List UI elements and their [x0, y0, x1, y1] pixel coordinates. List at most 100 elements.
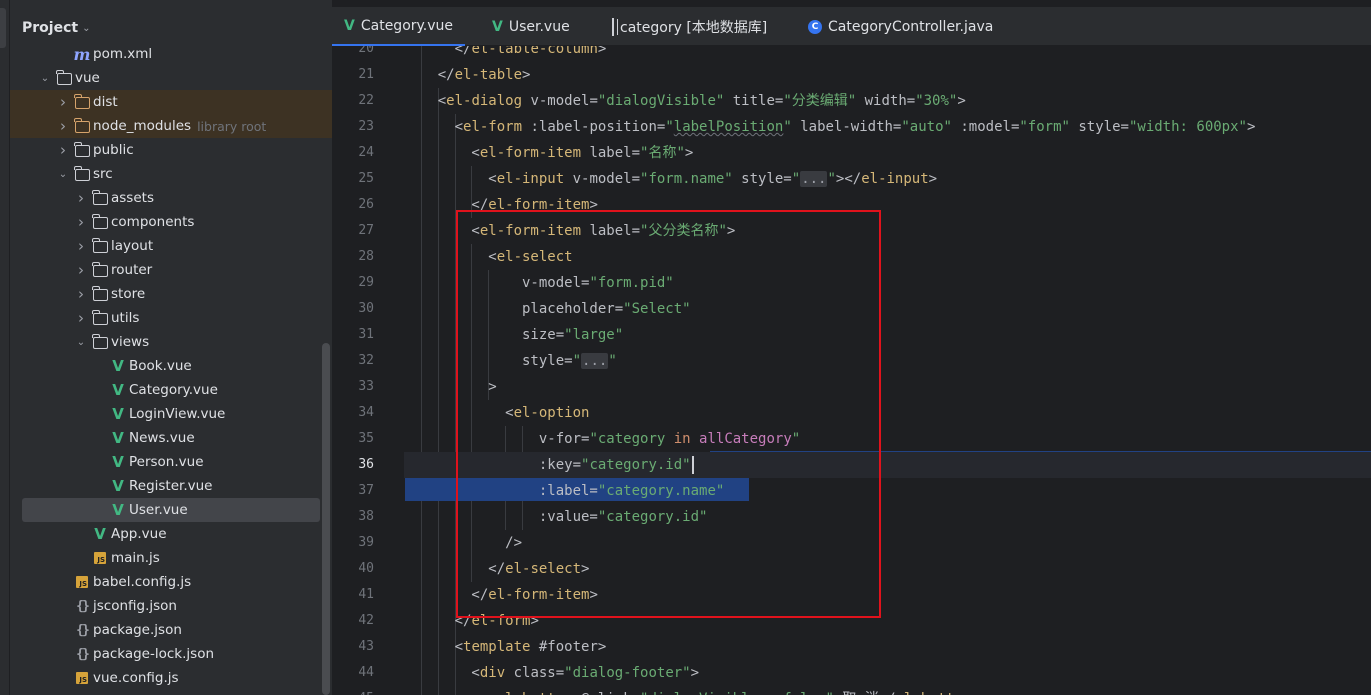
editor-tab[interactable]: V Category.vue	[332, 7, 466, 46]
tree-item[interactable]: ›{}jsconfig.json	[10, 594, 332, 618]
tree-item[interactable]: › assets	[10, 186, 332, 210]
code-token: el-table	[454, 67, 523, 83]
tree-item[interactable]: › public	[10, 138, 332, 162]
tree-item[interactable]: ⌄ src	[10, 162, 332, 186]
tree-item[interactable]: › components	[10, 210, 332, 234]
tree-item-label: Register.vue	[129, 478, 213, 494]
tree-item[interactable]: ›VLoginView.vue	[10, 402, 332, 426]
chevron-right-icon[interactable]: ›	[74, 309, 88, 327]
code-line[interactable]: </el-form-item>	[404, 192, 1371, 218]
editor-tab[interactable]: category [本地数据库]	[600, 7, 779, 46]
code-line[interactable]: <template #footer>	[404, 634, 1371, 660]
tree-item[interactable]: ›VPerson.vue	[10, 450, 332, 474]
code-line[interactable]: </el-table>	[404, 62, 1371, 88]
js-icon: JS	[74, 574, 90, 590]
project-title: Project	[22, 20, 79, 36]
tree-item[interactable]: › utils	[10, 306, 332, 330]
chevron-down-icon[interactable]: ⌄	[74, 337, 88, 348]
tree-item[interactable]: ›VNews.vue	[10, 426, 332, 450]
tree-item[interactable]: ⌄ views	[10, 330, 332, 354]
code-line[interactable]: <el-dialog v-model="dialogVisible" title…	[404, 88, 1371, 114]
tree-item[interactable]: › layout	[10, 234, 332, 258]
code-token: </	[404, 46, 472, 57]
code-line[interactable]: <el-input v-model="form.name" style="...…	[404, 166, 1371, 192]
code-line[interactable]: <div class="dialog-footer">	[404, 660, 1371, 686]
code-token: ></	[835, 171, 862, 187]
tree-item[interactable]: ›JSmain.js	[10, 546, 332, 570]
chevron-down-icon[interactable]: ⌄	[56, 169, 70, 180]
code-editor[interactable]: 20 21 22 23 24 25 26 27 28 29 30 31 32 33 34 35 36 37 38 39…	[332, 46, 1371, 695]
chevron-right-icon[interactable]: ›	[56, 141, 70, 159]
project-panel-header[interactable]: Project ⌄	[22, 18, 90, 38]
tree-item[interactable]: › store	[10, 282, 332, 306]
tree-item-label: public	[93, 142, 134, 158]
chevron-down-icon[interactable]: ⌄	[38, 73, 52, 84]
chevron-right-icon[interactable]: ›	[74, 285, 88, 303]
code-token: <	[404, 223, 480, 239]
chevron-right-icon[interactable]: ›	[74, 261, 88, 279]
code-line[interactable]: <el-form-item label="名称">	[404, 140, 1371, 166]
tree-item[interactable]: › router	[10, 258, 332, 282]
code-token: "	[791, 171, 801, 187]
code-line[interactable]: </el-form>	[404, 608, 1371, 634]
editor-tab-bar: V Category.vue V User.vue category [本地数据库] C C…	[332, 0, 1371, 46]
vue-icon: V	[112, 380, 124, 399]
tree-item[interactable]: › dist	[10, 90, 332, 114]
folder-icon	[92, 334, 108, 350]
code-line[interactable]: placeholder="Select"	[404, 296, 1371, 322]
project-tool-button[interactable]	[0, 8, 6, 48]
code-line[interactable]: </el-form-item>	[404, 582, 1371, 608]
code-line[interactable]: <el-select	[404, 244, 1371, 270]
code-line[interactable]: :key="category.id"	[404, 452, 1371, 478]
code-line[interactable]: <el-form :label-position="labelPosition"…	[404, 114, 1371, 140]
tree-item[interactable]: ›VUser.vue	[22, 498, 320, 522]
code-line[interactable]: size="large"	[404, 322, 1371, 348]
tree-item[interactable]: ›{}package.json	[10, 618, 332, 642]
chevron-right-icon[interactable]: ›	[56, 93, 70, 111]
tree-item[interactable]: ›JSvue.config.js	[10, 666, 332, 690]
code-line[interactable]: v-model="form.pid"	[404, 270, 1371, 296]
code-line[interactable]: />	[404, 530, 1371, 556]
tree-item[interactable]: ›VRegister.vue	[10, 474, 332, 498]
folded-region[interactable]: ...	[800, 171, 828, 187]
code-line[interactable]: style="..."	[404, 348, 1371, 374]
code-line[interactable]: <el-button @click="dialogVisible = false…	[404, 686, 1371, 695]
code-line[interactable]: v-for="category in allCategory"	[404, 426, 1371, 452]
tree-scrollbar[interactable]	[322, 343, 330, 695]
code-line[interactable]: <el-form-item label="父分类名称">	[404, 218, 1371, 244]
code-line[interactable]: >	[404, 374, 1371, 400]
chevron-right-icon[interactable]: ›	[74, 189, 88, 207]
code-line[interactable]: :value="category.id"	[404, 504, 1371, 530]
tree-item[interactable]: ⌄ vue	[10, 66, 332, 90]
code-line[interactable]: </el-select>	[404, 556, 1371, 582]
chevron-right-icon[interactable]: ›	[74, 237, 88, 255]
chevron-right-icon[interactable]: ›	[74, 213, 88, 231]
code-token: "dialogVisible"	[597, 93, 725, 109]
code-token: :label=	[404, 483, 598, 499]
tree-item[interactable]: ›JSbabel.config.js	[10, 570, 332, 594]
code-token: />	[404, 535, 523, 551]
tree-item[interactable]: ›VBook.vue	[10, 354, 332, 378]
tree-item[interactable]: ›VApp.vue	[10, 522, 332, 546]
tree-item[interactable]: › node_modules library root	[10, 114, 332, 138]
folded-region[interactable]: ...	[581, 353, 609, 369]
line-number: 33	[358, 379, 374, 394]
tree-item[interactable]: ›mpom.xml	[10, 42, 332, 66]
code-line[interactable]: :label="category.name"	[404, 478, 1371, 504]
tree-item[interactable]: ›VCategory.vue	[10, 378, 332, 402]
chevron-down-icon[interactable]: ⌄	[82, 23, 90, 34]
code-token: >	[928, 171, 938, 187]
editor-tab[interactable]: V User.vue	[480, 7, 582, 46]
tree-item-label: User.vue	[129, 502, 188, 518]
tree-item-label: package.json	[93, 622, 182, 638]
code-token: >	[597, 46, 607, 57]
tree-item[interactable]: ›{}package-lock.json	[10, 642, 332, 666]
code-token: class=	[505, 665, 565, 681]
code-token: el-button	[497, 691, 573, 695]
editor-tab[interactable]: C CategoryController.java	[796, 7, 1005, 46]
code-line[interactable]: </el-table-column>	[404, 46, 1371, 62]
tree-item-label: vue.config.js	[93, 670, 179, 686]
chevron-right-icon[interactable]: ›	[56, 117, 70, 135]
code-line[interactable]: <el-option	[404, 400, 1371, 426]
folder-icon	[92, 238, 108, 254]
